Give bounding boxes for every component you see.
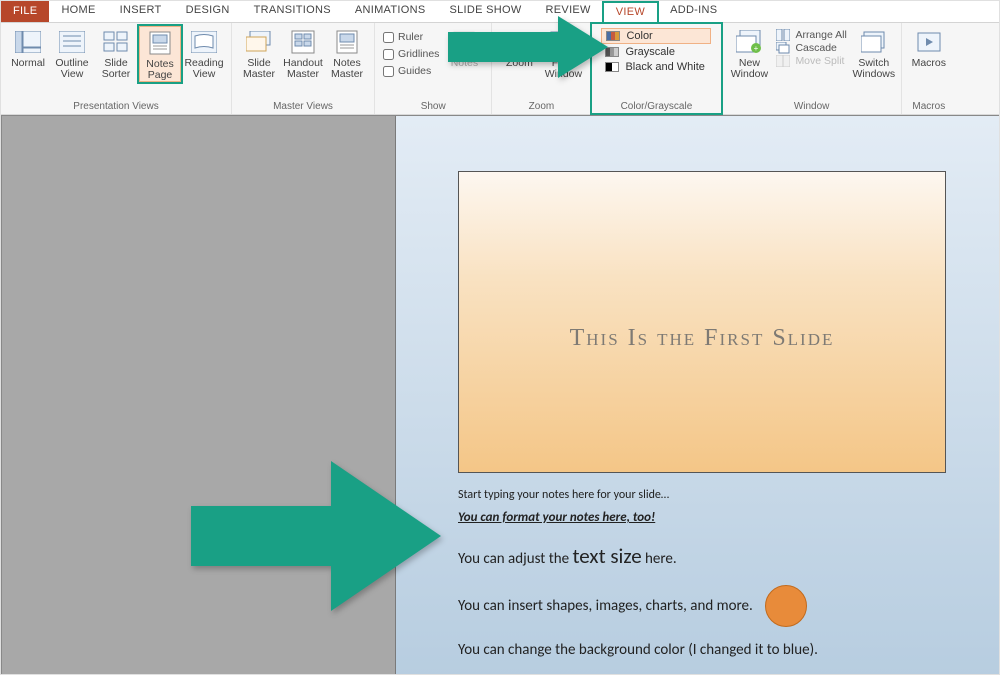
ruler-checkbox[interactable]: Ruler [381, 30, 441, 44]
group-label-window: Window [794, 100, 830, 114]
slide-sorter-icon [103, 31, 129, 53]
guides-checkbox[interactable]: Guides [381, 64, 441, 78]
normal-button[interactable]: Normal [7, 26, 49, 69]
notes-line-1: Start typing your notes here for your sl… [458, 488, 978, 502]
normal-view-icon [15, 31, 41, 53]
move-split-icon [776, 55, 790, 67]
orange-circle-shape[interactable] [765, 585, 807, 627]
switch-windows-icon [861, 31, 887, 53]
outline-view-icon [59, 31, 85, 53]
tab-home[interactable]: HOME [49, 1, 107, 22]
workspace: This Is the First Slide Start typing you… [1, 115, 999, 674]
notes-page-canvas[interactable]: This Is the First Slide Start typing you… [395, 116, 999, 674]
slide-thumbnail[interactable]: This Is the First Slide [458, 171, 946, 473]
notes-master-button[interactable]: Notes Master [326, 26, 368, 80]
gridlines-checkbox[interactable]: Gridlines [381, 47, 441, 61]
notes-line-5: You can change the background color (I c… [458, 641, 978, 659]
group-master-views: Slide Master Handout Master Notes Master… [232, 23, 375, 114]
handout-master-icon [291, 30, 315, 54]
slide-master-button[interactable]: Slide Master [238, 26, 280, 80]
handout-master-button[interactable]: Handout Master [282, 26, 324, 80]
tab-view[interactable]: VIEW [603, 2, 658, 23]
group-label-master-views: Master Views [273, 100, 333, 114]
new-window-icon: + [736, 30, 762, 54]
arrange-all-button[interactable]: Arrange All [772, 29, 850, 41]
macros-icon [916, 31, 942, 53]
tab-addins[interactable]: ADD-INS [658, 1, 729, 22]
notes-text-block[interactable]: Start typing your notes here for your sl… [458, 488, 978, 659]
svg-text:+: + [754, 44, 759, 53]
tab-transitions[interactable]: TRANSITIONS [242, 1, 343, 22]
switch-windows-button[interactable]: Switch Windows [853, 26, 895, 80]
tab-insert[interactable]: INSERT [108, 1, 174, 22]
notes-master-icon [336, 30, 358, 54]
slide-title: This Is the First Slide [570, 325, 835, 352]
group-label-macros: Macros [912, 100, 945, 114]
group-presentation-views: Normal Outline View Slide Sorter Notes P… [1, 23, 232, 114]
color-swatch-icon [606, 31, 620, 41]
slide-master-icon [246, 31, 272, 53]
group-label-presentation-views: Presentation Views [73, 100, 158, 114]
notes-line-4: You can insert shapes, images, charts, a… [458, 585, 978, 627]
group-label-color: Color/Grayscale [621, 100, 693, 114]
bw-mode-button[interactable]: Black and White [601, 60, 711, 74]
group-label-zoom: Zoom [529, 100, 555, 114]
arrange-all-icon [776, 29, 790, 41]
new-window-button[interactable]: + New Window [728, 26, 770, 80]
group-color-grayscale: Color Grayscale Black and White Color/Gr… [591, 23, 722, 114]
notes-line-2: You can format your notes here, too! [458, 510, 978, 525]
grayscale-mode-button[interactable]: Grayscale [601, 45, 711, 59]
notes-page-icon [149, 31, 171, 55]
move-split-button: Move Split [772, 55, 850, 67]
notes-page-button[interactable]: Notes Page [139, 26, 181, 82]
cascade-icon [776, 42, 790, 54]
group-label-show: Show [421, 100, 446, 114]
group-window: + New Window Arrange All Cascade Move Sp… [722, 23, 901, 114]
tab-animations[interactable]: ANIMATIONS [343, 1, 438, 22]
annotation-arrow-bottom [191, 461, 441, 611]
cascade-button[interactable]: Cascade [772, 42, 850, 54]
reading-view-button[interactable]: Reading View [183, 26, 225, 80]
notes-line-3: You can adjust the text size here. [458, 543, 978, 569]
macros-button[interactable]: Macros [908, 26, 950, 69]
tab-file[interactable]: FILE [1, 1, 49, 22]
slide-sorter-button[interactable]: Slide Sorter [95, 26, 137, 80]
tab-design[interactable]: DESIGN [174, 1, 242, 22]
annotation-arrow-top [448, 16, 608, 78]
group-macros: Macros Macros [902, 23, 956, 114]
outline-view-button[interactable]: Outline View [51, 26, 93, 80]
reading-view-icon [191, 31, 217, 53]
color-mode-button[interactable]: Color [601, 28, 711, 44]
